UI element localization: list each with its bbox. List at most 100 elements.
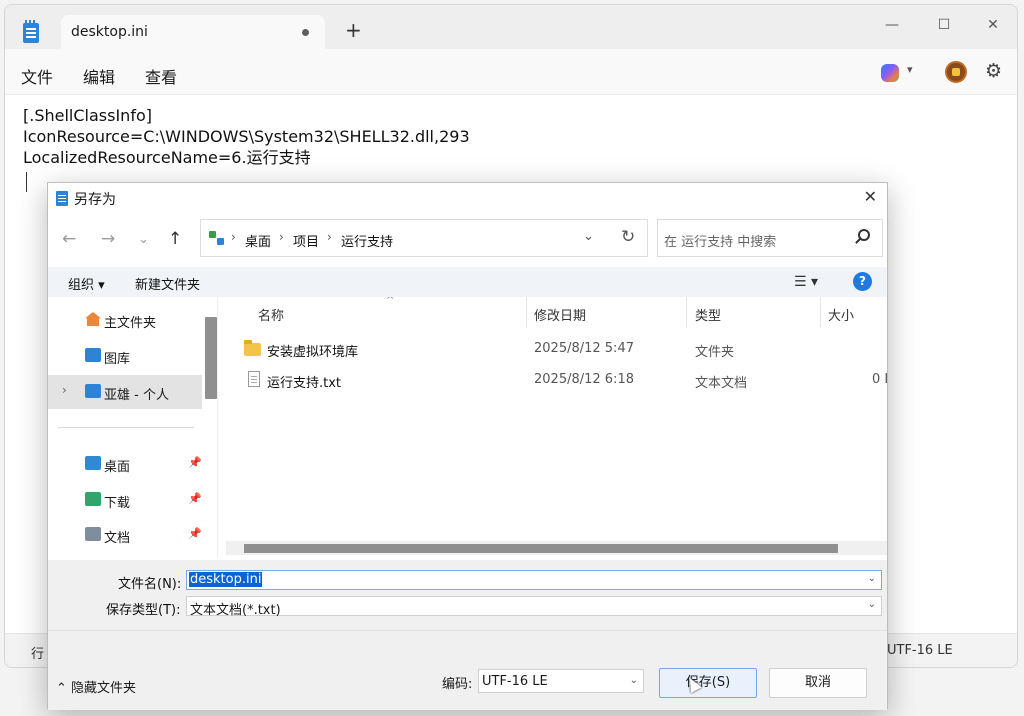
filename-label: 文件名(N): (118, 577, 182, 592)
text-line: IconResource=C:\WINDOWS\System32\SHELL32… (23, 127, 470, 146)
gallery-icon (85, 348, 101, 362)
filename-value: desktop.ini (189, 572, 263, 587)
status-line-label: 行 (31, 647, 45, 662)
organize-button[interactable]: 组织 ▾ (68, 274, 105, 293)
save-form: 文件名(N): desktop.ini ⌄ 保存类型(T): 文本文档(*.tx… (48, 560, 887, 630)
file-row[interactable]: 运行支持.txt 2025/8/12 6:18 文本文档 0 I (220, 365, 887, 395)
breadcrumb-project[interactable]: 项目 (293, 231, 319, 250)
new-tab-button[interactable]: + (345, 20, 362, 40)
menu-view[interactable]: 查看 (145, 64, 177, 88)
column-header-type[interactable]: 类型 (695, 305, 721, 324)
nav-item-documents[interactable]: 文档 📌 (48, 518, 202, 552)
menu-edit[interactable]: 编辑 (83, 64, 115, 88)
maximize-button[interactable]: ☐ (932, 13, 956, 37)
notepad-text-area[interactable]: [.ShellClassInfo] IconResource=C:\WINDOWS… (23, 105, 470, 168)
dialog-title: 另存为 (74, 192, 116, 208)
recent-locations-chevron-icon[interactable]: ⌄ (138, 232, 149, 247)
filetype-value: 文本文档(*.txt) (190, 603, 281, 618)
column-header-date[interactable]: 修改日期 (534, 305, 586, 324)
documents-folder-icon (85, 527, 101, 541)
location-icon (208, 230, 226, 246)
file-row[interactable]: 安装虚拟环境库 2025/8/12 5:47 文件夹 (220, 334, 887, 364)
view-options-icon[interactable]: ☰ ▾ (794, 274, 818, 290)
status-encoding: UTF-16 LE (887, 643, 953, 658)
back-arrow-icon[interactable]: ← (62, 229, 76, 249)
save-button[interactable]: 保存(S) (659, 668, 757, 698)
breadcrumb-chevron-icon[interactable]: › (327, 230, 332, 244)
navigation-pane: 主文件夹 图库 › 亚雄 - 个人 桌面 📌 下载 📌 文档 📌 (48, 297, 218, 558)
up-arrow-icon[interactable]: ↑ (168, 229, 182, 249)
horizontal-scrollbar[interactable] (226, 541, 887, 555)
column-separator[interactable] (526, 297, 527, 327)
nav-item-home[interactable]: 主文件夹 (48, 303, 202, 337)
gear-icon[interactable]: ⚙ (985, 60, 1002, 82)
nav-item-label: 下载 (104, 496, 131, 511)
encoding-select[interactable]: UTF-16 LE ⌄ (478, 669, 644, 693)
tab-title: desktop.ini (71, 24, 148, 40)
expand-chevron-icon[interactable]: › (62, 383, 67, 397)
scrollbar-thumb[interactable] (244, 544, 838, 553)
address-bar[interactable]: › 桌面 › 项目 › 运行支持 ⌄ ↻ (200, 219, 648, 257)
breadcrumb-chevron-icon[interactable]: › (279, 230, 284, 244)
chevron-down-icon[interactable]: ⌄ (630, 675, 638, 686)
sort-ascending-icon: ^ (386, 297, 395, 306)
tab-desktop-ini[interactable]: desktop.ini (61, 15, 325, 49)
desktop-folder-icon (85, 456, 101, 470)
nav-item-downloads[interactable]: 下载 📌 (48, 483, 202, 517)
text-caret (26, 172, 27, 192)
forward-arrow-icon[interactable]: → (101, 229, 115, 249)
encoding-label: 编码: (442, 677, 473, 692)
notepad-menubar: 文件 编辑 查看 ▾ ⚙ (5, 49, 1017, 95)
text-line: LocalizedResourceName=6.运行支持 (23, 148, 311, 167)
column-separator[interactable] (820, 297, 821, 327)
filetype-select[interactable]: 文本文档(*.txt) ⌄ (186, 596, 882, 618)
pin-icon: 📌 (188, 492, 202, 505)
dialog-footer: ⌃ 隐藏文件夹 编码: UTF-16 LE ⌄ 保存(S) 取消 (48, 630, 887, 710)
filename-input[interactable]: desktop.ini ⌄ (186, 570, 882, 590)
file-date: 2025/8/12 6:18 (534, 372, 634, 387)
breadcrumb-run-support[interactable]: 运行支持 (341, 231, 393, 250)
home-icon (85, 312, 101, 326)
search-icon[interactable] (858, 229, 870, 241)
file-list: ^ 名称 修改日期 类型 大小 安装虚拟环境库 2025/8/12 5:47 文… (220, 297, 887, 558)
refresh-icon[interactable]: ↻ (621, 227, 635, 247)
new-folder-button[interactable]: 新建文件夹 (135, 274, 200, 293)
file-type: 文件夹 (695, 345, 735, 360)
avatar[interactable] (945, 61, 967, 83)
pin-icon: 📌 (188, 456, 202, 469)
copilot-icon[interactable] (881, 64, 899, 82)
chevron-down-icon[interactable]: ⌄ (868, 599, 876, 610)
cancel-button[interactable]: 取消 (769, 668, 867, 698)
text-file-icon (248, 371, 260, 387)
nav-item-label: 主文件夹 (104, 316, 157, 331)
minimize-button[interactable]: — (880, 13, 904, 37)
hide-folders-toggle[interactable]: ⌃ 隐藏文件夹 (56, 677, 136, 696)
chevron-down-icon[interactable]: ⌄ (868, 573, 876, 584)
column-separator[interactable] (686, 297, 687, 327)
address-dropdown-icon[interactable]: ⌄ (583, 229, 594, 244)
encoding-value: UTF-16 LE (482, 674, 548, 689)
filetype-label: 保存类型(T): (106, 603, 181, 618)
search-placeholder: 在 运行支持 中搜索 (664, 235, 777, 250)
notepad-titlebar: desktop.ini + — ☐ ✕ (5, 5, 1017, 49)
nav-item-gallery[interactable]: 图库 (48, 339, 202, 373)
nav-pane-scrollbar[interactable] (205, 317, 217, 399)
file-name: 安装虚拟环境库 (267, 345, 359, 360)
breadcrumb-chevron-icon[interactable]: › (231, 230, 236, 244)
column-header-name[interactable]: 名称 (258, 305, 284, 324)
close-button[interactable]: ✕ (981, 13, 1005, 37)
nav-divider (58, 427, 194, 428)
file-size: 0 I (872, 372, 887, 387)
save-as-dialog: 另存为 ✕ ← → ⌄ ↑ › 桌面 › 项目 › 运行支持 ⌄ ↻ 在 运行支… (47, 182, 888, 710)
column-header-size[interactable]: 大小 (828, 305, 854, 324)
dialog-close-button[interactable]: ✕ (864, 187, 877, 206)
nav-item-desktop[interactable]: 桌面 📌 (48, 447, 202, 481)
breadcrumb-desktop[interactable]: 桌面 (245, 231, 271, 250)
file-type: 文本文档 (695, 376, 748, 391)
nav-item-onedrive-personal[interactable]: › 亚雄 - 个人 (48, 375, 202, 409)
search-box[interactable]: 在 运行支持 中搜索 (657, 219, 883, 257)
chevron-down-icon[interactable]: ▾ (907, 63, 913, 76)
menu-file[interactable]: 文件 (21, 64, 53, 88)
help-icon[interactable]: ? (853, 272, 872, 291)
file-name: 运行支持.txt (267, 376, 342, 391)
